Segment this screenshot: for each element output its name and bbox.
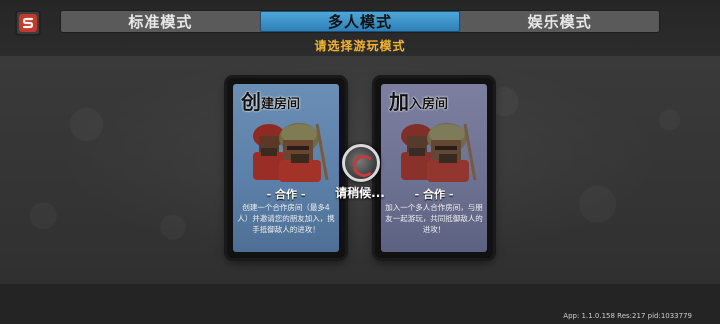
join-room-title: 加 入房间 (389, 92, 448, 112)
tab-entertainment-mode[interactable]: 娱乐模式 (460, 11, 659, 32)
s-logo-icon (19, 14, 37, 32)
tab-multiplayer-mode[interactable]: 多人模式 (259, 11, 461, 32)
loading-text: 请稍候... (335, 186, 385, 200)
create-room-title-initial: 创 (241, 90, 261, 114)
version-info: App: 1.1.0.158 Res:217 pid:1033779 (563, 312, 692, 320)
create-room-title-rest: 建房间 (261, 97, 301, 112)
join-room-card[interactable]: 加 入房间 - 合作 - 加入一个多人合作房间，与朋友一起游玩，共同抵御敌人的进… (375, 78, 493, 258)
join-room-mode-tag: - 合作 - (414, 188, 454, 201)
join-room-description: 加入一个多人合作房间，与朋友一起游玩，共同抵御敌人的进攻！ (385, 203, 483, 234)
create-room-card[interactable]: 创 建房间 - 合作 - 创建一个合作房间（最多4人）并邀请您的朋友加入，携手抵… (227, 78, 345, 258)
tab-standard-mode[interactable]: 标准模式 (61, 11, 260, 32)
create-room-mode-tag: - 合作 - (266, 188, 306, 201)
mode-tabs: 标准模式 多人模式 娱乐模式 (60, 10, 660, 33)
create-room-title: 创 建房间 (241, 92, 300, 112)
warriors-icon (401, 123, 477, 182)
back-button[interactable] (15, 10, 41, 36)
join-room-title-initial: 加 (389, 90, 409, 114)
join-room-card-body: 加 入房间 - 合作 - 加入一个多人合作房间，与朋友一起游玩，共同抵御敌人的进… (381, 84, 487, 252)
create-room-description: 创建一个合作房间（最多4人）并邀请您的朋友加入，携手抵御敌人的进攻！ (237, 203, 335, 234)
mode-prompt: 请选择游玩模式 (314, 39, 406, 53)
create-room-card-body: 创 建房间 - 合作 - 创建一个合作房间（最多4人）并邀请您的朋友加入，携手抵… (233, 84, 339, 252)
warriors-icon (253, 123, 329, 182)
join-room-title-rest: 入房间 (409, 97, 449, 112)
loading-spinner-icon (342, 144, 380, 182)
